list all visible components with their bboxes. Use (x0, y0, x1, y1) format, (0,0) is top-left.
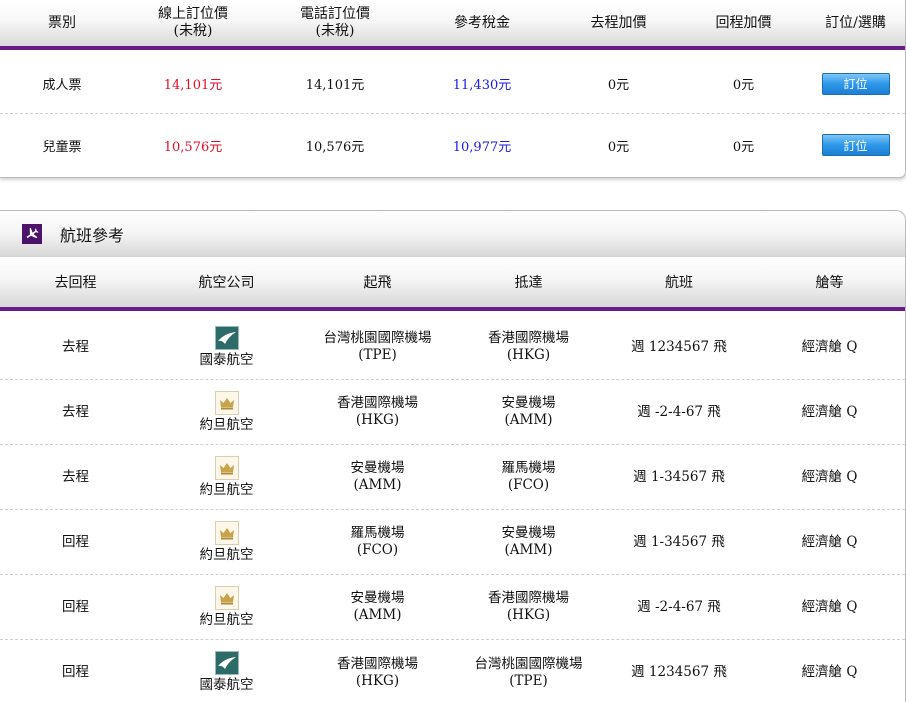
outbound-extra: 0元 (607, 139, 630, 155)
cabin-cell: 經濟艙 Q (801, 598, 858, 615)
schedule-cell: 週 1-34567 飛 (633, 468, 725, 485)
departure-cell: 香港國際機場 (HKG) (337, 655, 418, 689)
header-return-extra: 回程加價 (715, 14, 772, 31)
royal-jordanian-logo-icon (214, 390, 239, 415)
airline-name: 國泰航空 (199, 677, 254, 693)
royal-jordanian-logo-icon (214, 455, 239, 480)
tax-amount: 11,430元 (452, 78, 512, 93)
flight-table-body: 去程 國泰航空 台灣桃園國際機場 (TPE) 香港國際機場 (HKG) 週 12… (0, 315, 905, 702)
airline-name: 約旦航空 (199, 611, 254, 628)
header-flight: 航班 (665, 275, 693, 291)
cabin-cell: 經濟艙 Q (801, 533, 858, 550)
arrival-cell: 香港國際機場 (HKG) (488, 330, 569, 363)
departure-cell: 台灣桃園國際機場 (TPE) (323, 330, 432, 363)
schedule-cell: 週 -2-4-67 飛 (637, 598, 721, 615)
return-extra: 0元 (732, 78, 755, 93)
airplane-icon (22, 224, 42, 244)
price-table: 票別 線上訂位價 (未稅) 電話訂位價 (未稅) 參考稅金 去程加價 回程加價 訂位… (0, 0, 906, 178)
airline-cell: 國泰航空 (151, 325, 302, 369)
arrival-cell: 台灣桃園國際機場 (TPE) (474, 655, 583, 689)
departure-cell: 香港國際機場 (HKG) (337, 395, 418, 428)
airline-cell: 約旦航空 (151, 585, 302, 629)
cathay-logo-icon (214, 325, 239, 350)
phone-price: 10,576元 (305, 139, 365, 155)
schedule-cell: 週 1234567 飛 (631, 664, 727, 680)
airline-cell: 約旦航空 (151, 520, 302, 564)
table-row: 去程 國泰航空 台灣桃園國際機場 (TPE) 香港國際機場 (HKG) 週 12… (0, 315, 905, 380)
header-ticket-type: 票別 (48, 14, 76, 31)
schedule-cell: 週 1234567 飛 (631, 338, 727, 355)
airline-name: 約旦航空 (199, 481, 254, 498)
arrival-cell: 羅馬機場 (FCO) (501, 460, 556, 493)
table-row: 回程 國泰航空 香港國際機場 (HKG) 台灣桃園國際機場 (TPE) 週 12… (0, 640, 905, 702)
book-child-button[interactable]: 訂位 (821, 134, 890, 156)
arrival-cell: 安曼機場 (AMM) (501, 525, 556, 558)
ticket-type: 兒童票 (42, 139, 82, 155)
cabin-cell: 經濟艙 Q (801, 468, 858, 485)
airline-name: 國泰航空 (199, 351, 254, 368)
schedule-cell: 週 -2-4-67 飛 (637, 403, 721, 420)
header-arrival: 抵達 (514, 275, 543, 291)
table-row: 回程 約旦航空 羅馬機場 (FCO) 安曼機場 (AMM) 週 1-34567 … (0, 510, 905, 575)
price-row-adult: 成人票 14,101元 14,101元 11,430元 0元 0元 訂位 (0, 54, 905, 114)
airline-cell: 約旦航空 (151, 390, 302, 434)
book-cell: 訂位 (806, 72, 905, 95)
airline-name: 約旦航空 (199, 416, 254, 433)
arrival-cell: 香港國際機場 (HKG) (488, 590, 569, 623)
online-price: 10,576元 (163, 139, 223, 155)
tax-amount: 10,977元 (452, 139, 512, 155)
header-phone-price: 電話訂位價 (未稅) (300, 6, 370, 39)
cabin-cell: 經濟艙 Q (801, 664, 858, 680)
airline-name: 約旦航空 (199, 546, 254, 563)
table-row: 回程 約旦航空 安曼機場 (AMM) 香港國際機場 (HKG) 週 -2-4-6… (0, 575, 905, 640)
cabin-cell: 經濟艙 Q (801, 338, 858, 355)
direction-cell: 回程 (62, 533, 89, 550)
book-adult-button[interactable]: 訂位 (821, 72, 890, 95)
arrival-cell: 安曼機場 (AMM) (501, 395, 556, 428)
direction-cell: 回程 (62, 664, 89, 680)
departure-cell: 羅馬機場 (FCO) (350, 525, 405, 558)
price-table-header: 票別 線上訂位價 (未稅) 電話訂位價 (未稅) 參考稅金 去程加價 回程加價 訂位… (0, 0, 905, 50)
table-row: 去程 約旦航空 安曼機場 (AMM) 羅馬機場 (FCO) 週 1-34567 … (0, 445, 905, 510)
flight-section-title: 航班參考 (60, 226, 125, 245)
departure-cell: 安曼機場 (AMM) (350, 590, 405, 623)
royal-jordanian-logo-icon (214, 585, 239, 610)
direction-cell: 回程 (62, 598, 89, 615)
book-cell: 訂位 (806, 134, 905, 156)
header-airline: 航空公司 (198, 275, 255, 291)
direction-cell: 去程 (62, 403, 89, 420)
price-row-child: 兒童票 10,576元 10,576元 10,977元 0元 0元 訂位 (0, 115, 905, 175)
return-extra: 0元 (732, 139, 755, 155)
header-outbound-extra: 去程加價 (590, 14, 647, 31)
ticket-type: 成人票 (42, 78, 82, 93)
header-online-price: 線上訂位價 (未稅) (158, 6, 228, 39)
table-row: 去程 約旦航空 香港國際機場 (HKG) 安曼機場 (AMM) 週 -2-4-6… (0, 380, 905, 445)
outbound-extra: 0元 (607, 78, 630, 93)
flight-reference-panel: 航班參考 去回程 航空公司 起飛 抵達 航班 艙等 去程 國泰航空 台灣桃園國際… (0, 210, 906, 702)
cabin-cell: 經濟艙 Q (801, 403, 858, 420)
header-tax: 參考稅金 (454, 14, 510, 31)
flight-section-title-bar: 航班參考 (0, 211, 905, 257)
phone-price: 14,101元 (305, 78, 365, 93)
online-price: 14,101元 (163, 78, 223, 93)
cathay-logo-icon (214, 651, 239, 675)
flight-table-header: 去回程 航空公司 起飛 抵達 航班 艙等 (0, 257, 905, 311)
header-direction: 去回程 (54, 275, 97, 291)
airline-cell: 約旦航空 (151, 455, 302, 499)
header-book: 訂位/選購 (825, 14, 886, 31)
departure-cell: 安曼機場 (AMM) (350, 460, 405, 493)
direction-cell: 去程 (62, 338, 89, 355)
direction-cell: 去程 (62, 468, 89, 485)
airline-cell: 國泰航空 (151, 651, 302, 694)
header-departure: 起飛 (363, 275, 392, 291)
royal-jordanian-logo-icon (214, 520, 239, 545)
header-cabin: 艙等 (815, 275, 844, 291)
schedule-cell: 週 1-34567 飛 (633, 533, 725, 550)
